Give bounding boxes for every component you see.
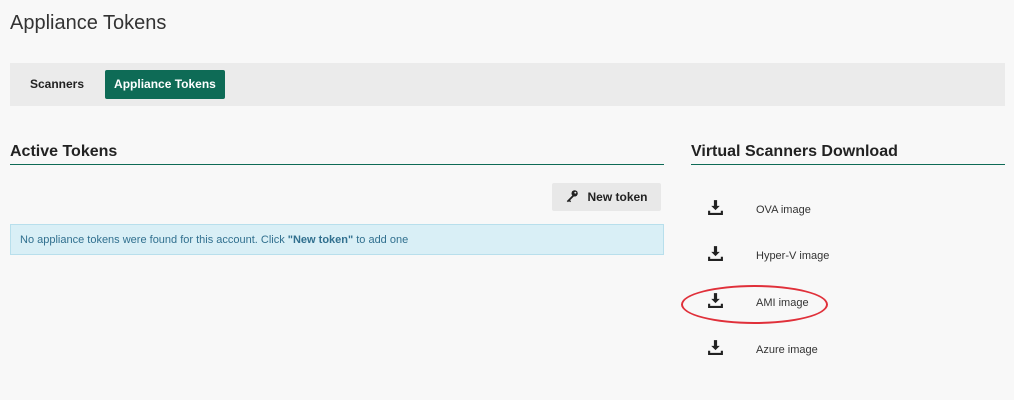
download-icon xyxy=(707,339,724,361)
alert-text-suffix: to add one xyxy=(356,233,409,246)
new-token-label: New token xyxy=(587,190,648,204)
download-label: AMI image xyxy=(756,297,809,309)
virtual-scanners-download-heading: Virtual Scanners Download xyxy=(691,143,1005,165)
new-token-button[interactable]: New token xyxy=(552,183,661,211)
download-label: OVA image xyxy=(756,204,811,216)
tab-bar: Scanners Appliance Tokens xyxy=(10,63,1005,106)
download-icon xyxy=(707,199,724,221)
download-label: Hyper-V image xyxy=(756,250,830,262)
tab-scanners[interactable]: Scanners xyxy=(21,70,93,99)
download-item-ova[interactable]: OVA image xyxy=(707,196,811,224)
alert-text-prefix: No appliance tokens were found for this … xyxy=(20,233,285,246)
key-icon xyxy=(565,189,579,206)
download-item-azure[interactable]: Azure image xyxy=(707,336,818,364)
download-icon xyxy=(707,292,724,314)
download-label: Azure image xyxy=(756,344,818,356)
download-item-hyper-v[interactable]: Hyper-V image xyxy=(707,242,829,270)
no-tokens-alert: No appliance tokens were found for this … xyxy=(10,224,664,255)
tab-appliance-tokens[interactable]: Appliance Tokens xyxy=(105,70,225,99)
page-title: Appliance Tokens xyxy=(10,12,167,34)
active-tokens-heading: Active Tokens xyxy=(10,143,664,165)
download-icon xyxy=(707,245,724,267)
alert-new-token-link: "New token" xyxy=(287,233,354,246)
download-item-ami[interactable]: AMI image xyxy=(707,289,809,317)
